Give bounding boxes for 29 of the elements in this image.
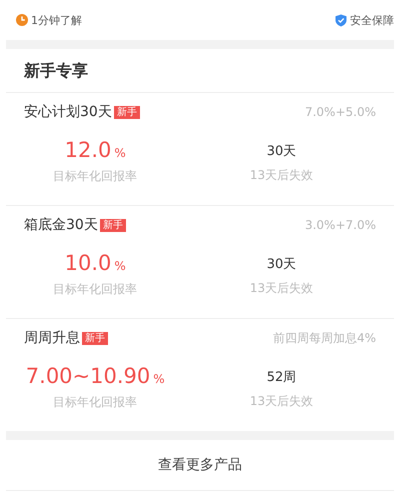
bonus-rate: 前四周每周加息4% xyxy=(272,330,376,346)
expiry-text: 13天后失效 xyxy=(250,167,314,184)
shield-icon xyxy=(335,14,347,26)
term-value: 52周 xyxy=(266,369,296,387)
rate-label: 目标年化回报率 xyxy=(53,168,138,185)
new-user-tag: 新手 xyxy=(114,106,140,118)
product-name: 箱底金30天 xyxy=(24,216,98,234)
product-item[interactable]: 安心计划30天 新手 7.0%+5.0% 12.0% 目标年化回报率 30天 13天后失效 xyxy=(6,93,394,206)
product-name: 周周升息 xyxy=(24,329,80,347)
info-link[interactable]: 1分钟了解 xyxy=(16,12,82,28)
product-item[interactable]: 箱底金30天 新手 3.0%+7.0% 10.0% 目标年化回报率 30天 13天后失效 xyxy=(6,206,394,319)
new-user-tag: 新手 xyxy=(82,332,108,344)
bonus-rate: 7.0%+5.0% xyxy=(304,105,376,119)
expiry-text: 13天后失效 xyxy=(250,280,314,297)
term-value: 30天 xyxy=(266,143,296,161)
new-user-tag: 新手 xyxy=(100,218,126,232)
product-item[interactable]: 周周升息 新手 前四周每周加息4% 7.00~10.90% 目标年化回报率 52周 13天后失效 xyxy=(6,319,394,431)
annual-rate: 7.00~10.90% xyxy=(26,363,165,390)
security-link[interactable]: 安全保障 xyxy=(335,12,394,28)
clock-icon xyxy=(16,14,28,26)
section-title: 新手专享 xyxy=(6,49,394,93)
term-value: 30天 xyxy=(266,256,296,274)
bonus-rate: 3.0%+7.0% xyxy=(304,218,376,232)
expiry-text: 13天后失效 xyxy=(250,393,314,410)
product-name: 安心计划30天 xyxy=(24,103,112,121)
annual-rate: 10.0% xyxy=(64,250,126,277)
annual-rate: 12.0% xyxy=(64,137,126,164)
rate-label: 目标年化回报率 xyxy=(53,394,138,411)
rate-label: 目标年化回报率 xyxy=(53,281,138,298)
